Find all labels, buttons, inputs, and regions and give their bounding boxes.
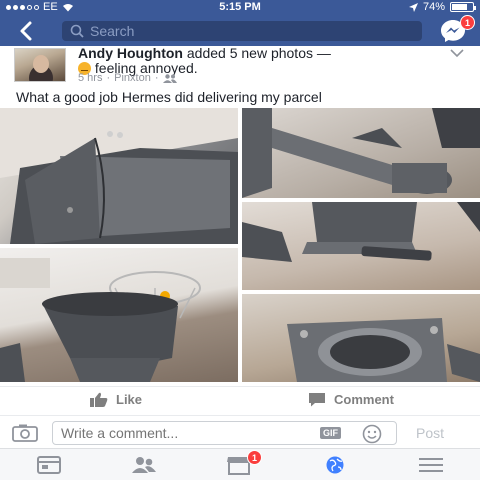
comment-bubble-icon — [309, 393, 325, 407]
photo-1[interactable] — [0, 108, 238, 244]
avatar[interactable] — [14, 48, 66, 82]
chevron-down-icon[interactable] — [450, 48, 464, 58]
author-name[interactable]: Andy Houghton — [78, 45, 183, 61]
nav-bar: Search 1 — [0, 15, 480, 46]
like-button[interactable]: Like — [90, 392, 142, 407]
photo-5-content — [287, 318, 480, 382]
post-actions: Like Comment — [0, 386, 480, 416]
friends-icon — [132, 457, 156, 473]
photo-5[interactable] — [242, 294, 480, 382]
post-time[interactable]: 5 hrs — [78, 72, 102, 84]
battery-fill — [452, 4, 467, 10]
post-action-text: added 5 new photos — — [182, 45, 331, 61]
thumbs-up-icon — [90, 392, 108, 407]
photo-grid — [0, 108, 480, 382]
like-label: Like — [116, 392, 143, 407]
photo-2-content — [242, 108, 480, 198]
notifications-badge: 1 — [247, 450, 262, 465]
search-bar[interactable]: Search — [62, 21, 422, 41]
tab-bar: 1 — [0, 448, 480, 480]
battery-percent: 74% — [422, 1, 445, 13]
messenger-badge: 1 — [460, 15, 475, 30]
post-caption: What a good job Hermes did delivering my… — [16, 89, 322, 105]
friends-audience-icon — [162, 73, 177, 83]
status-bar: EE 5:15 PM 74% — [0, 0, 480, 16]
photo-3[interactable] — [242, 202, 480, 290]
comment-input[interactable] — [52, 421, 397, 445]
comment-bar: GIF Post — [0, 418, 480, 448]
post-header: Andy Houghton added 5 new photos — feeli… — [0, 46, 480, 88]
messenger-button[interactable]: 1 — [440, 15, 475, 43]
status-right: 74% — [408, 1, 476, 13]
back-arrow-icon[interactable] — [16, 20, 38, 42]
gif-button[interactable]: GIF — [320, 427, 341, 439]
comment-label: Comment — [334, 392, 394, 407]
photo-2[interactable] — [242, 108, 480, 198]
photo-4-content — [0, 258, 201, 382]
news-feed-icon — [37, 456, 61, 474]
photo-4[interactable] — [0, 248, 238, 382]
globe-icon — [326, 456, 344, 474]
meta-separator: · — [106, 72, 111, 84]
search-icon — [70, 24, 84, 38]
post-meta: 5 hrs · Pinxton · — [78, 72, 177, 84]
comment-button[interactable]: Comment — [308, 392, 394, 407]
search-placeholder: Search — [90, 23, 135, 39]
tab-friend-requests[interactable] — [131, 455, 157, 475]
location-arrow-icon — [408, 2, 418, 12]
camera-icon[interactable] — [12, 424, 38, 442]
photo-1-content — [0, 108, 238, 244]
post-comment-button[interactable]: Post — [416, 425, 444, 441]
tab-notifications[interactable] — [322, 455, 348, 475]
photo-3-content — [242, 202, 480, 262]
meta-separator: · — [154, 72, 159, 84]
tab-marketplace[interactable]: 1 — [226, 450, 262, 475]
battery-icon — [450, 2, 476, 12]
sticker-smiley-icon[interactable] — [362, 424, 382, 444]
hamburger-menu-icon — [419, 458, 443, 472]
tab-menu[interactable] — [418, 455, 444, 475]
tab-news-feed[interactable] — [36, 455, 62, 475]
post-location[interactable]: Pinxton — [114, 72, 151, 84]
